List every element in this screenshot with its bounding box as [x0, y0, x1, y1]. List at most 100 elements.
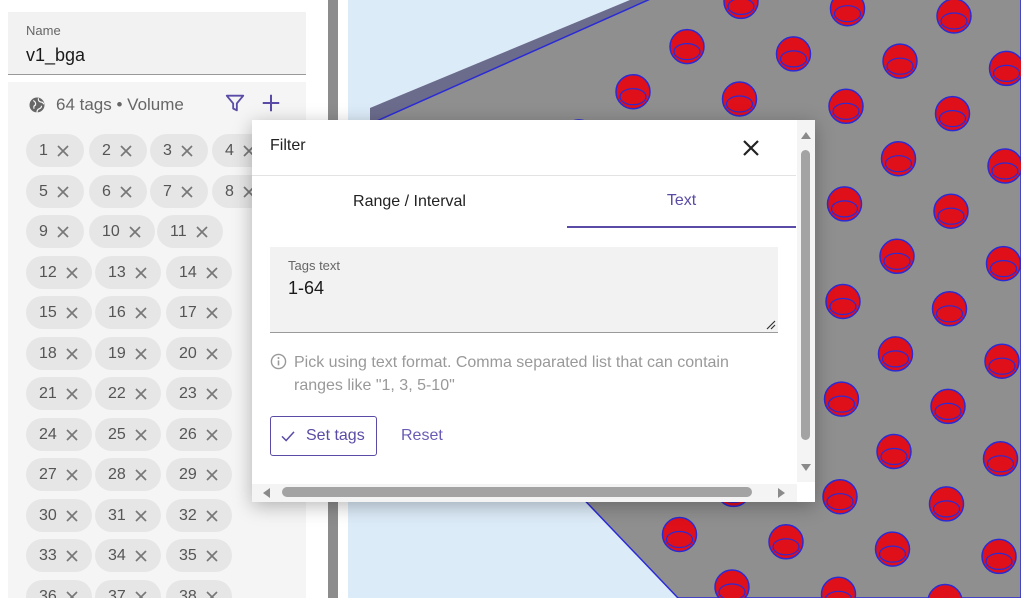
close-icon[interactable] — [739, 136, 763, 160]
tab-range-interval[interactable]: Range / Interval — [295, 176, 524, 228]
vertical-scroll-thumb[interactable] — [801, 150, 810, 440]
tag-chip[interactable]: 14 — [166, 256, 232, 289]
chip-remove-icon[interactable] — [134, 347, 148, 361]
hint-text: Pick using text format. Comma separated … — [294, 354, 729, 394]
chip-remove-icon[interactable] — [205, 590, 219, 598]
add-icon[interactable] — [260, 92, 282, 114]
tag-chip[interactable]: 21 — [26, 377, 92, 410]
name-field[interactable]: Name v1_bga — [8, 12, 306, 75]
chip-remove-icon[interactable] — [65, 387, 79, 401]
globe-icon — [29, 97, 45, 113]
tag-chip[interactable]: 10 — [89, 215, 155, 248]
tag-chip-label: 1 — [39, 141, 48, 159]
chip-remove-icon[interactable] — [119, 144, 133, 158]
chip-remove-icon[interactable] — [119, 185, 133, 199]
tag-chip[interactable]: 1 — [26, 134, 84, 167]
chip-remove-icon[interactable] — [56, 185, 70, 199]
tab-text[interactable]: Text — [567, 176, 796, 228]
tag-chip[interactable]: 13 — [95, 256, 161, 289]
tag-chip[interactable]: 17 — [166, 296, 232, 329]
tag-chip[interactable]: 16 — [95, 296, 161, 329]
chip-remove-icon[interactable] — [195, 225, 209, 239]
tag-chip[interactable]: 5 — [26, 175, 84, 208]
chip-remove-icon[interactable] — [180, 144, 194, 158]
chip-remove-icon[interactable] — [180, 185, 194, 199]
chip-remove-icon[interactable] — [134, 509, 148, 523]
chip-remove-icon[interactable] — [205, 347, 219, 361]
scroll-up-arrow-icon[interactable] — [800, 129, 812, 141]
tag-chip[interactable]: 25 — [95, 418, 161, 451]
reset-button[interactable]: Reset — [401, 427, 443, 445]
chip-remove-icon[interactable] — [65, 266, 79, 280]
filter-icon[interactable] — [224, 92, 246, 114]
chip-remove-icon[interactable] — [65, 428, 79, 442]
chip-remove-icon[interactable] — [65, 509, 79, 523]
tag-chip-label: 36 — [39, 587, 57, 598]
tag-chip[interactable]: 12 — [26, 256, 92, 289]
tag-chip[interactable]: 26 — [166, 418, 232, 451]
tag-chip[interactable]: 22 — [95, 377, 161, 410]
tag-chip-label: 8 — [225, 182, 234, 200]
chip-remove-icon[interactable] — [134, 428, 148, 442]
horizontal-scroll-thumb[interactable] — [282, 487, 752, 497]
scroll-right-arrow-icon[interactable] — [776, 487, 788, 499]
tag-chip[interactable]: 9 — [26, 215, 84, 248]
tag-chip[interactable]: 24 — [26, 418, 92, 451]
tag-chip[interactable]: 32 — [166, 499, 232, 532]
chip-remove-icon[interactable] — [205, 306, 219, 320]
chip-remove-icon[interactable] — [65, 549, 79, 563]
tag-chip[interactable]: 31 — [95, 499, 161, 532]
tag-chip[interactable]: 3 — [150, 134, 208, 167]
scroll-down-arrow-icon[interactable] — [800, 462, 812, 474]
dialog-title: Filter — [270, 137, 306, 154]
chip-remove-icon[interactable] — [134, 468, 148, 482]
chip-remove-icon[interactable] — [134, 306, 148, 320]
chip-remove-icon[interactable] — [134, 387, 148, 401]
tag-chip[interactable]: 23 — [166, 377, 232, 410]
tag-chip[interactable]: 38 — [166, 580, 232, 598]
tag-chip[interactable]: 20 — [166, 337, 232, 370]
chip-remove-icon[interactable] — [65, 306, 79, 320]
set-tags-button[interactable]: Set tags — [270, 416, 377, 456]
chip-remove-icon[interactable] — [205, 387, 219, 401]
tag-chip[interactable]: 2 — [89, 134, 147, 167]
chip-remove-icon[interactable] — [65, 468, 79, 482]
tag-chip[interactable]: 18 — [26, 337, 92, 370]
tag-chip[interactable]: 30 — [26, 499, 92, 532]
chip-remove-icon[interactable] — [205, 266, 219, 280]
chip-remove-icon[interactable] — [65, 590, 79, 598]
tags-text-value[interactable]: 1-64 — [288, 278, 324, 299]
tag-chip[interactable]: 15 — [26, 296, 92, 329]
chip-remove-icon[interactable] — [205, 468, 219, 482]
scroll-left-arrow-icon[interactable] — [260, 487, 272, 499]
chip-remove-icon[interactable] — [134, 266, 148, 280]
tag-chip[interactable]: 7 — [150, 175, 208, 208]
chip-remove-icon[interactable] — [56, 144, 70, 158]
chip-remove-icon[interactable] — [205, 549, 219, 563]
tag-chip[interactable]: 6 — [89, 175, 147, 208]
chip-remove-icon[interactable] — [65, 347, 79, 361]
tag-chip[interactable]: 33 — [26, 539, 92, 572]
tag-chip[interactable]: 11 — [157, 215, 223, 248]
tag-chip[interactable]: 35 — [166, 539, 232, 572]
tag-chip-label: 10 — [102, 222, 120, 240]
chip-remove-icon[interactable] — [205, 509, 219, 523]
name-value[interactable]: v1_bga — [26, 45, 85, 66]
chip-remove-icon[interactable] — [56, 225, 70, 239]
tag-chip[interactable]: 36 — [26, 580, 92, 598]
tag-chip[interactable]: 37 — [95, 580, 161, 598]
resize-handle-icon[interactable] — [766, 320, 776, 330]
tags-text-field[interactable]: Tags text 1-64 — [270, 247, 778, 333]
tag-chip[interactable]: 19 — [95, 337, 161, 370]
tag-chip[interactable]: 29 — [166, 458, 232, 491]
tag-chip[interactable]: 28 — [95, 458, 161, 491]
tags-summary: 64 tags • Volume — [56, 95, 184, 114]
chip-remove-icon[interactable] — [134, 549, 148, 563]
tag-chip[interactable]: 34 — [95, 539, 161, 572]
tag-chip-label: 32 — [179, 506, 197, 524]
tag-chip[interactable]: 27 — [26, 458, 92, 491]
chip-remove-icon[interactable] — [205, 428, 219, 442]
solder-ball — [877, 336, 914, 372]
chip-remove-icon[interactable] — [128, 225, 142, 239]
chip-remove-icon[interactable] — [134, 590, 148, 598]
